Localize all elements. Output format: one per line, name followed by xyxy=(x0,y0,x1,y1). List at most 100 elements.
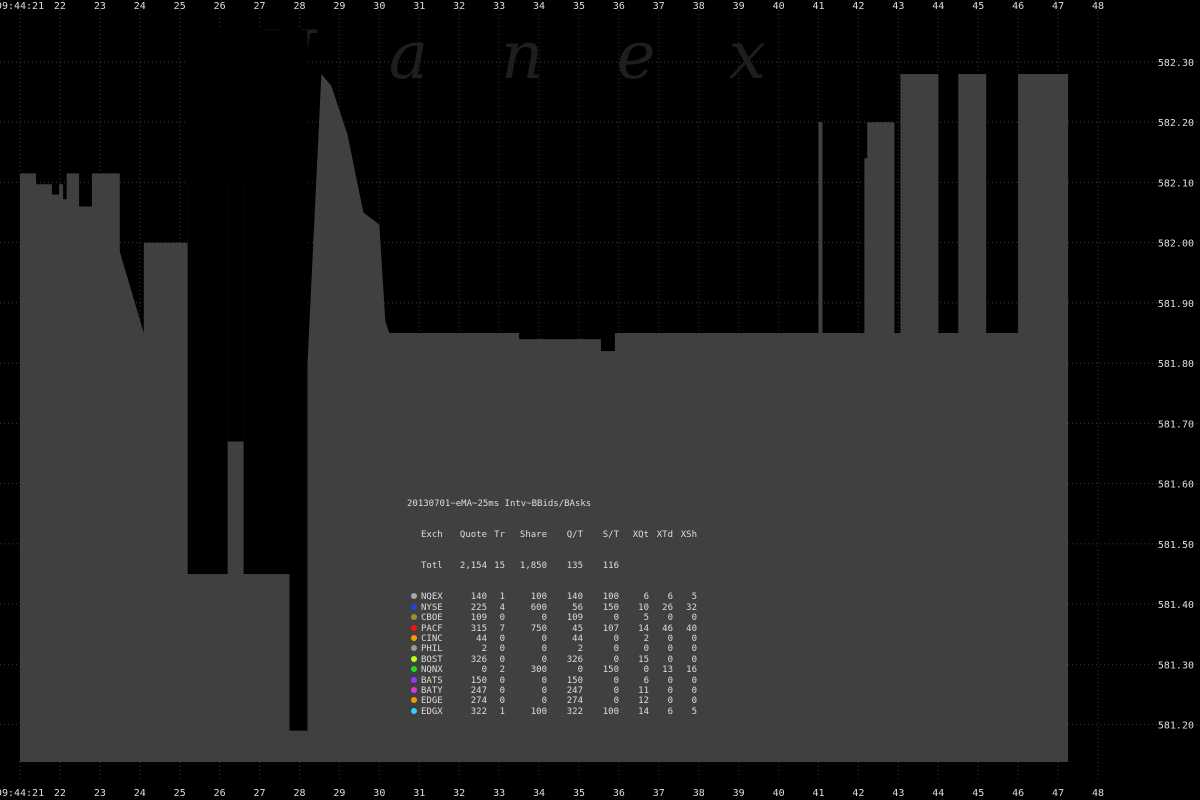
stats-cell: 45 xyxy=(572,623,583,634)
x-tick-label: 47 xyxy=(1052,1,1064,12)
stats-cell: 0 xyxy=(643,665,649,676)
stats-cell: Q/T xyxy=(566,530,583,541)
low-segment-gap xyxy=(243,30,290,575)
stats-cell: Quote xyxy=(459,530,487,541)
x-tick-label: 48 xyxy=(1092,1,1104,12)
x-tick-label: 31 xyxy=(413,1,425,12)
x-tick-label: 46 xyxy=(1012,1,1024,12)
stats-cell: 315 xyxy=(470,623,487,634)
stats-cell: PHIL xyxy=(421,644,443,655)
stats-cell: 0 xyxy=(667,613,673,624)
stats-cell: 0 xyxy=(541,633,547,644)
stats-cell: 109 xyxy=(470,613,487,624)
low-segment-gap xyxy=(187,30,228,575)
stats-cell: EDGX xyxy=(421,706,443,717)
stats-cell: 6 xyxy=(667,706,673,717)
y-tick-label: 582.10 xyxy=(1158,178,1194,189)
stats-cell: 0 xyxy=(613,633,619,644)
stats-cell: 0 xyxy=(667,654,673,665)
stats-cell: PACF xyxy=(421,623,443,634)
x-tick-label: 36 xyxy=(613,1,625,12)
x-tick-label: 37 xyxy=(653,788,665,799)
x-tick-label: 09:44:21 xyxy=(0,788,44,799)
x-tick-label: 46 xyxy=(1012,788,1024,799)
stats-cell: 225 xyxy=(470,602,487,613)
stats-cell: 100 xyxy=(602,706,619,717)
stats-total-row: Totl 2,154 15 1,850 135 116 xyxy=(407,561,697,571)
stats-cell: BATY xyxy=(421,685,443,696)
x-tick-label: 30 xyxy=(373,1,385,12)
y-tick-label: 582.20 xyxy=(1158,118,1194,129)
exchange-marker-icon xyxy=(407,707,421,717)
x-tick-label: 35 xyxy=(573,1,585,12)
x-tick-label: 43 xyxy=(892,1,904,12)
stats-row: NYSE 225 4 600 56 150 10 26 32 xyxy=(407,603,697,613)
stats-cell: 15 xyxy=(638,654,649,665)
stats-cell: 6 xyxy=(667,592,673,603)
stats-cell: 0 xyxy=(691,675,697,686)
stats-cell: 0 xyxy=(499,696,505,707)
stats-cell: 12 xyxy=(638,696,649,707)
y-tick-label: 581.70 xyxy=(1158,419,1194,430)
stats-cell: 150 xyxy=(566,675,583,686)
stats-cell: 0 xyxy=(667,644,673,655)
y-tick-label: 582.00 xyxy=(1158,239,1194,250)
stats-cell: XQt xyxy=(632,530,649,541)
x-tick-labels-top: 09:44:21 22 23 24 25 26 27 28 29 30 31 32 33 34 35 36 37… xyxy=(0,1,1104,12)
stats-cell: 100 xyxy=(602,592,619,603)
x-tick-label: 41 xyxy=(812,788,824,799)
x-tick-label: 38 xyxy=(693,1,705,12)
stats-cell: 0 xyxy=(667,675,673,686)
exchange-marker-icon xyxy=(407,592,421,602)
stats-cell: 16 xyxy=(686,665,697,676)
stats-row: PACF 315 7 750 45 107 14 46 40 xyxy=(407,624,697,634)
stats-cell: 6 xyxy=(643,592,649,603)
stats-cell: 0 xyxy=(691,654,697,665)
stats-cell: 274 xyxy=(566,696,583,707)
exchange-stats-table: 20130701~eMA~25ms Intv~BBids/BAsks Exch Q… xyxy=(407,478,697,728)
stats-row: BATY 247 0 0 247 0 11 0 0 xyxy=(407,686,697,696)
stats-cell: 100 xyxy=(530,592,547,603)
x-tick-label: 39 xyxy=(733,788,745,799)
x-tick-label: 26 xyxy=(214,788,226,799)
y-tick-label: 581.90 xyxy=(1158,299,1194,310)
x-tick-label: 27 xyxy=(254,788,266,799)
stats-cell: 116 xyxy=(602,561,619,572)
x-tick-label: 30 xyxy=(373,788,385,799)
stats-cell: 1 xyxy=(499,706,505,717)
stats-cell: 26 xyxy=(662,602,673,613)
exchange-marker-icon xyxy=(407,665,421,675)
exchange-marker-icon xyxy=(407,603,421,613)
stats-cell: 0 xyxy=(541,685,547,696)
stats-cell: 11 xyxy=(638,685,649,696)
x-tick-label: 33 xyxy=(493,1,505,12)
stats-cell: 5 xyxy=(691,706,697,717)
low-segment-gap xyxy=(289,30,308,731)
stats-cell: BATS xyxy=(421,675,443,686)
x-tick-label: 24 xyxy=(134,1,146,12)
stats-cell: NQNX xyxy=(421,665,443,676)
stats-cell: 0 xyxy=(499,685,505,696)
stats-cell: 109 xyxy=(566,613,583,624)
y-tick-label: 581.50 xyxy=(1158,540,1194,551)
x-tick-label: 22 xyxy=(54,1,66,12)
stats-cell: 0 xyxy=(577,665,583,676)
x-tick-label: 43 xyxy=(892,788,904,799)
stats-cell: 0 xyxy=(643,644,649,655)
stats-cell: 274 xyxy=(470,696,487,707)
exchange-marker-icon xyxy=(407,613,421,623)
x-tick-label: 36 xyxy=(613,788,625,799)
stats-cell: BOST xyxy=(421,654,443,665)
x-tick-label: 28 xyxy=(293,1,305,12)
stats-cell: 0 xyxy=(613,685,619,696)
x-tick-label: 48 xyxy=(1092,788,1104,799)
x-tick-label: 27 xyxy=(254,1,266,12)
stats-cell: 0 xyxy=(499,675,505,686)
stats-cell: 0 xyxy=(541,696,547,707)
stats-cell: XSh xyxy=(680,530,697,541)
x-tick-label: 35 xyxy=(573,788,585,799)
x-tick-label: 39 xyxy=(733,1,745,12)
stats-cell: 140 xyxy=(566,592,583,603)
stats-cell: CBOE xyxy=(421,613,443,624)
stats-cell: 0 xyxy=(667,696,673,707)
